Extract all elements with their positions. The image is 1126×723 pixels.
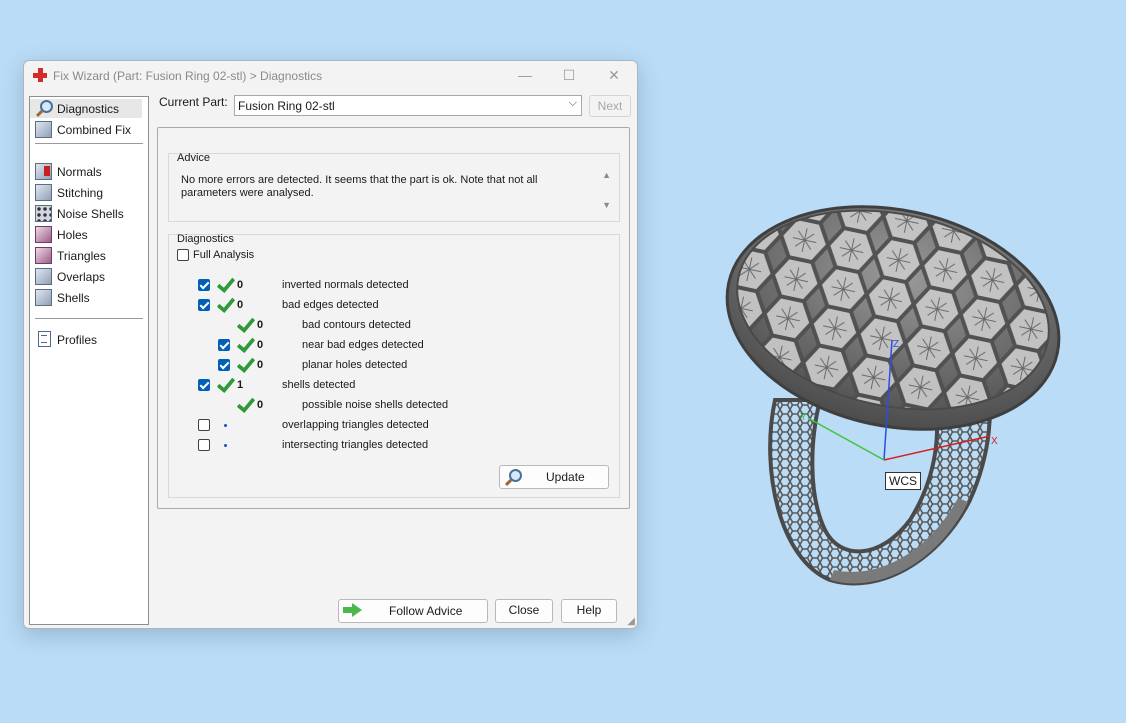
axis-x-label: X: [991, 436, 998, 447]
axis-y-label: Y: [800, 412, 807, 423]
viewport-3d[interactable]: X Z Y: [0, 0, 1126, 723]
axis-z-label: Z: [893, 339, 899, 350]
wcs-label: WCS: [885, 472, 921, 490]
